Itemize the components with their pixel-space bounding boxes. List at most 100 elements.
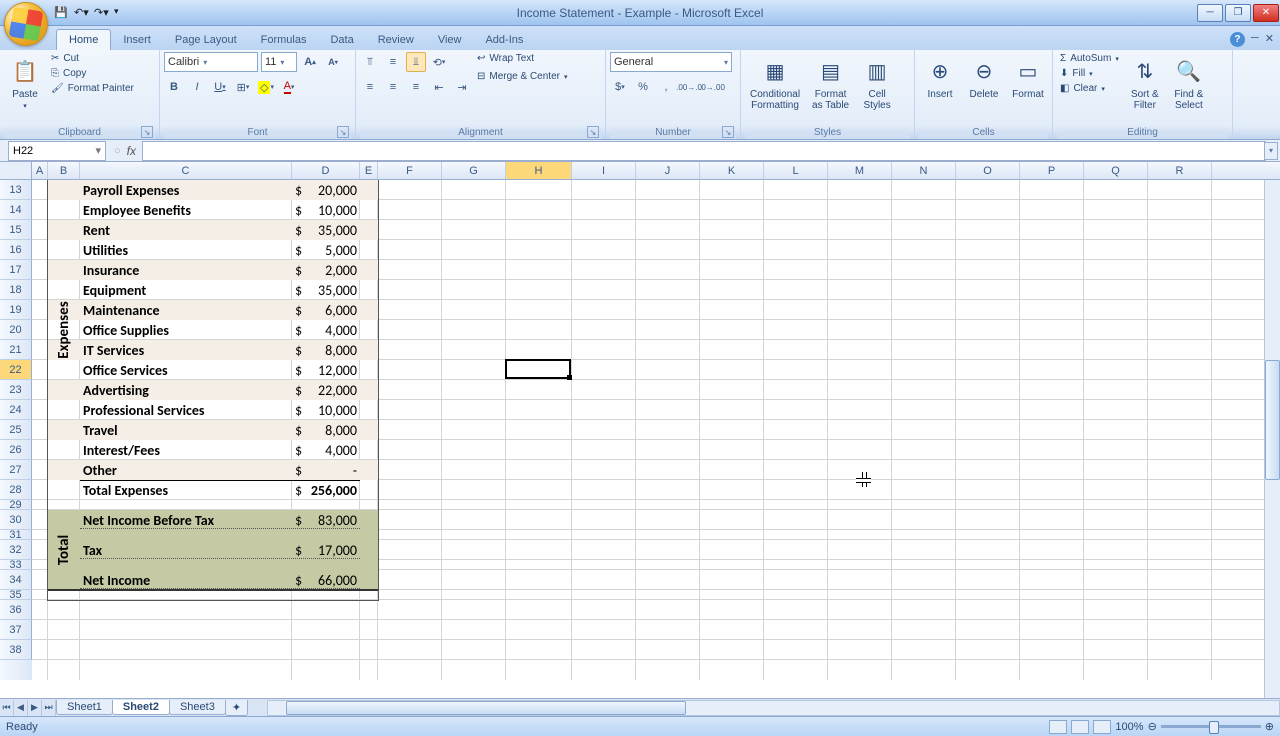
qat-customize-icon[interactable]: ▾	[114, 6, 128, 20]
page-break-view-button[interactable]	[1093, 720, 1111, 734]
close-button[interactable]: ✕	[1253, 4, 1279, 22]
format-cells-button[interactable]: ▭Format	[1007, 52, 1049, 103]
row-header-24[interactable]: 24	[0, 400, 32, 420]
tab-review[interactable]: Review	[366, 30, 426, 50]
fill-button[interactable]: ⬇Fill▾	[1057, 67, 1122, 80]
zoom-slider[interactable]	[1161, 725, 1261, 728]
row-header-13[interactable]: 13	[0, 180, 32, 200]
sort-filter-button[interactable]: ⇅Sort & Filter	[1124, 52, 1166, 114]
cut-button[interactable]: ✂Cut	[48, 52, 137, 65]
column-header-M[interactable]: M	[828, 162, 892, 179]
row-header-25[interactable]: 25	[0, 420, 32, 440]
row-header-19[interactable]: 19	[0, 300, 32, 320]
column-header-B[interactable]: B	[48, 162, 80, 179]
underline-button[interactable]: U▾	[210, 77, 230, 97]
zoom-percent[interactable]: 100%	[1115, 721, 1143, 733]
column-header-Q[interactable]: Q	[1084, 162, 1148, 179]
column-header-E[interactable]: E	[360, 162, 378, 179]
fx-icon[interactable]: fx	[127, 144, 136, 158]
page-layout-view-button[interactable]	[1071, 720, 1089, 734]
accounting-format-button[interactable]: $▾	[610, 77, 630, 97]
row-header-37[interactable]: 37	[0, 620, 32, 640]
new-sheet-button[interactable]: ✦	[225, 700, 248, 716]
tab-view[interactable]: View	[426, 30, 474, 50]
row-header-35[interactable]: 35	[0, 590, 32, 600]
row-header-15[interactable]: 15	[0, 220, 32, 240]
wrap-text-button[interactable]: ↩Wrap Text	[474, 52, 571, 65]
minimize-button[interactable]: ─	[1197, 4, 1223, 22]
autosum-button[interactable]: ΣAutoSum▾	[1057, 52, 1122, 65]
close-workbook-icon[interactable]: ✕	[1265, 32, 1274, 47]
column-header-P[interactable]: P	[1020, 162, 1084, 179]
formula-input[interactable]	[142, 141, 1266, 161]
delete-cells-button[interactable]: ⊖Delete	[963, 52, 1005, 103]
clear-button[interactable]: ◧Clear▾	[1057, 82, 1122, 95]
column-header-F[interactable]: F	[378, 162, 442, 179]
row-header-34[interactable]: 34	[0, 570, 32, 590]
formula-expand-icon[interactable]: ▾	[1264, 142, 1278, 160]
tab-insert[interactable]: Insert	[111, 30, 163, 50]
row-header-26[interactable]: 26	[0, 440, 32, 460]
sheet-tab-3[interactable]: Sheet3	[169, 700, 226, 715]
align-bottom-button[interactable]: ⫫	[406, 52, 426, 72]
borders-button[interactable]: ⊞▾	[233, 77, 253, 97]
maximize-button[interactable]: ❐	[1225, 4, 1251, 22]
row-header-23[interactable]: 23	[0, 380, 32, 400]
column-header-J[interactable]: J	[636, 162, 700, 179]
column-header-A[interactable]: A	[32, 162, 48, 179]
grow-font-button[interactable]: A▴	[300, 52, 320, 72]
align-top-button[interactable]: ⫪	[360, 52, 380, 72]
row-header-38[interactable]: 38	[0, 640, 32, 660]
tab-data[interactable]: Data	[318, 30, 365, 50]
row-header-17[interactable]: 17	[0, 260, 32, 280]
insert-cells-button[interactable]: ⊕Insert	[919, 52, 961, 103]
number-format-combo[interactable]: General▾	[610, 52, 732, 72]
column-header-K[interactable]: K	[700, 162, 764, 179]
row-header-33[interactable]: 33	[0, 560, 32, 570]
row-header-14[interactable]: 14	[0, 200, 32, 220]
column-header-O[interactable]: O	[956, 162, 1020, 179]
number-launcher[interactable]: ↘	[722, 126, 734, 138]
save-icon[interactable]: 💾	[54, 6, 68, 20]
column-header-N[interactable]: N	[892, 162, 956, 179]
font-color-button[interactable]: A▾	[279, 77, 299, 97]
comma-button[interactable]: ,	[656, 77, 676, 97]
column-header-R[interactable]: R	[1148, 162, 1212, 179]
row-header-22[interactable]: 22	[0, 360, 32, 380]
cell-styles-button[interactable]: ▥Cell Styles	[856, 52, 898, 114]
decrease-indent-button[interactable]: ⇤	[429, 77, 449, 97]
sheet-tab-1[interactable]: Sheet1	[56, 700, 113, 715]
row-header-36[interactable]: 36	[0, 600, 32, 620]
column-header-C[interactable]: C	[80, 162, 292, 179]
column-header-D[interactable]: D	[292, 162, 360, 179]
select-all-corner[interactable]	[0, 162, 32, 179]
cancel-formula-icon[interactable]: ○	[114, 145, 121, 157]
minimize-ribbon-icon[interactable]: ─	[1251, 32, 1259, 47]
sheet-tab-2[interactable]: Sheet2	[112, 700, 170, 715]
row-header-18[interactable]: 18	[0, 280, 32, 300]
font-launcher[interactable]: ↘	[337, 126, 349, 138]
column-header-L[interactable]: L	[764, 162, 828, 179]
column-header-I[interactable]: I	[572, 162, 636, 179]
clipboard-launcher[interactable]: ↘	[141, 126, 153, 138]
tab-home[interactable]: Home	[56, 29, 111, 50]
row-header-20[interactable]: 20	[0, 320, 32, 340]
font-size-combo[interactable]: 11▾	[261, 52, 297, 72]
align-right-button[interactable]: ≡	[406, 77, 426, 97]
undo-icon[interactable]: ↶▾	[74, 6, 88, 20]
help-icon[interactable]: ?	[1230, 32, 1245, 47]
redo-icon[interactable]: ↷▾	[94, 6, 108, 20]
merge-center-button[interactable]: ⊟Merge & Center▾	[474, 70, 571, 83]
align-left-button[interactable]: ≡	[360, 77, 380, 97]
zoom-in-button[interactable]: ⊕	[1265, 720, 1274, 733]
bold-button[interactable]: B	[164, 77, 184, 97]
row-header-30[interactable]: 30	[0, 510, 32, 530]
percent-button[interactable]: %	[633, 77, 653, 97]
italic-button[interactable]: I	[187, 77, 207, 97]
row-header-31[interactable]: 31	[0, 530, 32, 540]
column-header-H[interactable]: H	[506, 162, 572, 179]
row-header-27[interactable]: 27	[0, 460, 32, 480]
increase-indent-button[interactable]: ⇥	[452, 77, 472, 97]
format-painter-button[interactable]: 🖌Format Painter	[48, 82, 137, 95]
tab-formulas[interactable]: Formulas	[249, 30, 319, 50]
